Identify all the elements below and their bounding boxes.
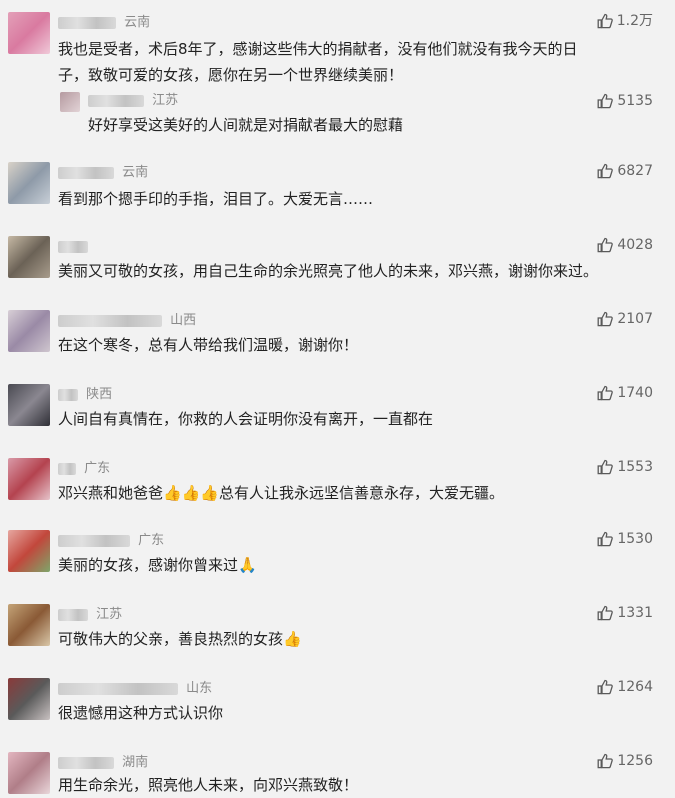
thumbs-up-icon xyxy=(597,531,614,547)
avatar[interactable] xyxy=(8,530,50,572)
comment-text: 美丽的女孩，感谢你曾来过🙏 xyxy=(58,556,257,574)
like-button[interactable]: 1553 xyxy=(597,458,653,476)
reply-like-button[interactable]: 5135 xyxy=(597,92,653,110)
like-count: 1553 xyxy=(617,459,653,475)
avatar[interactable] xyxy=(8,604,50,646)
avatar[interactable] xyxy=(8,384,50,426)
avatar[interactable] xyxy=(8,162,50,204)
reply-meta: 江苏 xyxy=(88,92,178,110)
reply-location: 江苏 xyxy=(152,93,179,108)
comment-list: 云南 1.2万 我也是受者，术后8年了，感谢这些伟大的捐献者，没有他们就没有我今… xyxy=(0,0,675,796)
comment-text: 用生命余光，照亮他人未来，向邓兴燕致敬！ xyxy=(58,776,359,794)
like-button[interactable]: 1264 xyxy=(597,678,653,696)
comment-meta: 山东 xyxy=(58,680,212,698)
comment-text: 可敬伟大的父亲，善良热烈的女孩👍 xyxy=(58,630,302,648)
like-button[interactable]: 6827 xyxy=(597,162,653,180)
comment-text-line1: 我也是受者，术后8年了，感谢这些伟大的捐献者，没有他们就没有我今天的日 xyxy=(58,40,578,58)
username-blurred[interactable] xyxy=(58,166,114,179)
like-count: 1.2万 xyxy=(616,13,653,29)
thumbs-up-icon xyxy=(597,459,614,475)
like-button[interactable]: 1.2万 xyxy=(597,12,653,30)
comment-meta: 广东 xyxy=(58,460,110,478)
like-count: 4028 xyxy=(617,237,653,253)
reply-text: 好好享受这美好的人间就是对捐献者最大的慰藉 xyxy=(88,116,404,134)
like-count: 2107 xyxy=(617,311,653,327)
comment-text-line2: 子，致敬可爱的女孩，愿你在另一个世界继续美丽！ xyxy=(58,66,404,84)
reply-avatar[interactable] xyxy=(60,92,80,112)
like-button[interactable]: 2107 xyxy=(597,310,653,328)
thumbs-up-icon xyxy=(597,13,613,29)
comment-location: 山西 xyxy=(170,313,197,328)
comment-meta: 陕西 xyxy=(58,386,112,404)
thumbs-up-icon xyxy=(597,311,614,327)
comment-text: 邓兴燕和她爸爸👍👍👍总有人让我永远坚信善意永存，大爱无疆。 xyxy=(58,484,505,502)
avatar[interactable] xyxy=(8,458,50,500)
username-blurred[interactable] xyxy=(58,534,130,547)
comment-meta xyxy=(58,238,92,256)
comment-location: 云南 xyxy=(124,15,151,30)
username-blurred[interactable] xyxy=(58,240,88,253)
comment-meta: 湖南 xyxy=(58,754,148,772)
comment-location: 广东 xyxy=(84,461,111,476)
like-count: 6827 xyxy=(617,163,653,179)
avatar[interactable] xyxy=(8,236,50,278)
comment-text: 美丽又可敬的女孩，用自己生命的余光照亮了他人的未来，邓兴燕，谢谢你来过。 xyxy=(58,262,599,280)
username-blurred[interactable] xyxy=(58,16,116,29)
comment-location: 山东 xyxy=(186,681,213,696)
comment-text: 在这个寒冬，总有人带给我们温暖，谢谢你！ xyxy=(58,336,359,354)
avatar[interactable] xyxy=(8,678,50,720)
thumbs-up-icon xyxy=(597,753,614,769)
avatar[interactable] xyxy=(8,310,50,352)
like-count: 1530 xyxy=(617,531,653,547)
comment-meta: 云南 xyxy=(58,14,150,32)
like-button[interactable]: 1530 xyxy=(597,530,653,548)
thumbs-up-icon xyxy=(597,237,614,253)
like-button[interactable]: 1740 xyxy=(597,384,653,402)
comment-meta: 江苏 xyxy=(58,606,122,624)
like-button[interactable]: 1331 xyxy=(597,604,653,622)
comment-meta: 云南 xyxy=(58,164,148,182)
username-blurred[interactable] xyxy=(58,388,78,401)
comment-location: 江苏 xyxy=(96,607,123,622)
username-blurred[interactable] xyxy=(58,608,88,621)
thumbs-up-icon xyxy=(597,385,614,401)
like-count: 1264 xyxy=(617,679,653,695)
like-count: 1256 xyxy=(617,753,653,769)
comment-meta: 山西 xyxy=(58,312,196,330)
comment-text: 看到那个摁手印的手指，泪目了。大爱无言…… xyxy=(58,190,374,208)
comment-text: 很遗憾用这种方式认识你 xyxy=(58,704,224,722)
like-button[interactable]: 1256 xyxy=(597,752,653,770)
like-button[interactable]: 4028 xyxy=(597,236,653,254)
username-blurred[interactable] xyxy=(58,314,162,327)
username-blurred[interactable] xyxy=(58,462,76,475)
like-count: 1331 xyxy=(617,605,653,621)
comment-location: 陕西 xyxy=(86,387,113,402)
comment-location: 云南 xyxy=(122,165,149,180)
thumbs-up-icon xyxy=(597,93,614,109)
comment-meta: 广东 xyxy=(58,532,164,550)
comment-location: 广东 xyxy=(138,533,165,548)
reply-username-blurred[interactable] xyxy=(88,94,144,107)
thumbs-up-icon xyxy=(597,605,614,621)
username-blurred[interactable] xyxy=(58,756,114,769)
avatar[interactable] xyxy=(8,752,50,794)
comment-text: 人间自有真情在，你救的人会证明你没有离开，一直都在 xyxy=(58,410,434,428)
thumbs-up-icon xyxy=(597,163,614,179)
comment-location: 湖南 xyxy=(122,755,149,770)
like-count: 5135 xyxy=(617,93,653,109)
username-blurred[interactable] xyxy=(58,682,178,695)
like-count: 1740 xyxy=(617,385,653,401)
avatar[interactable] xyxy=(8,12,50,54)
thumbs-up-icon xyxy=(597,679,614,695)
